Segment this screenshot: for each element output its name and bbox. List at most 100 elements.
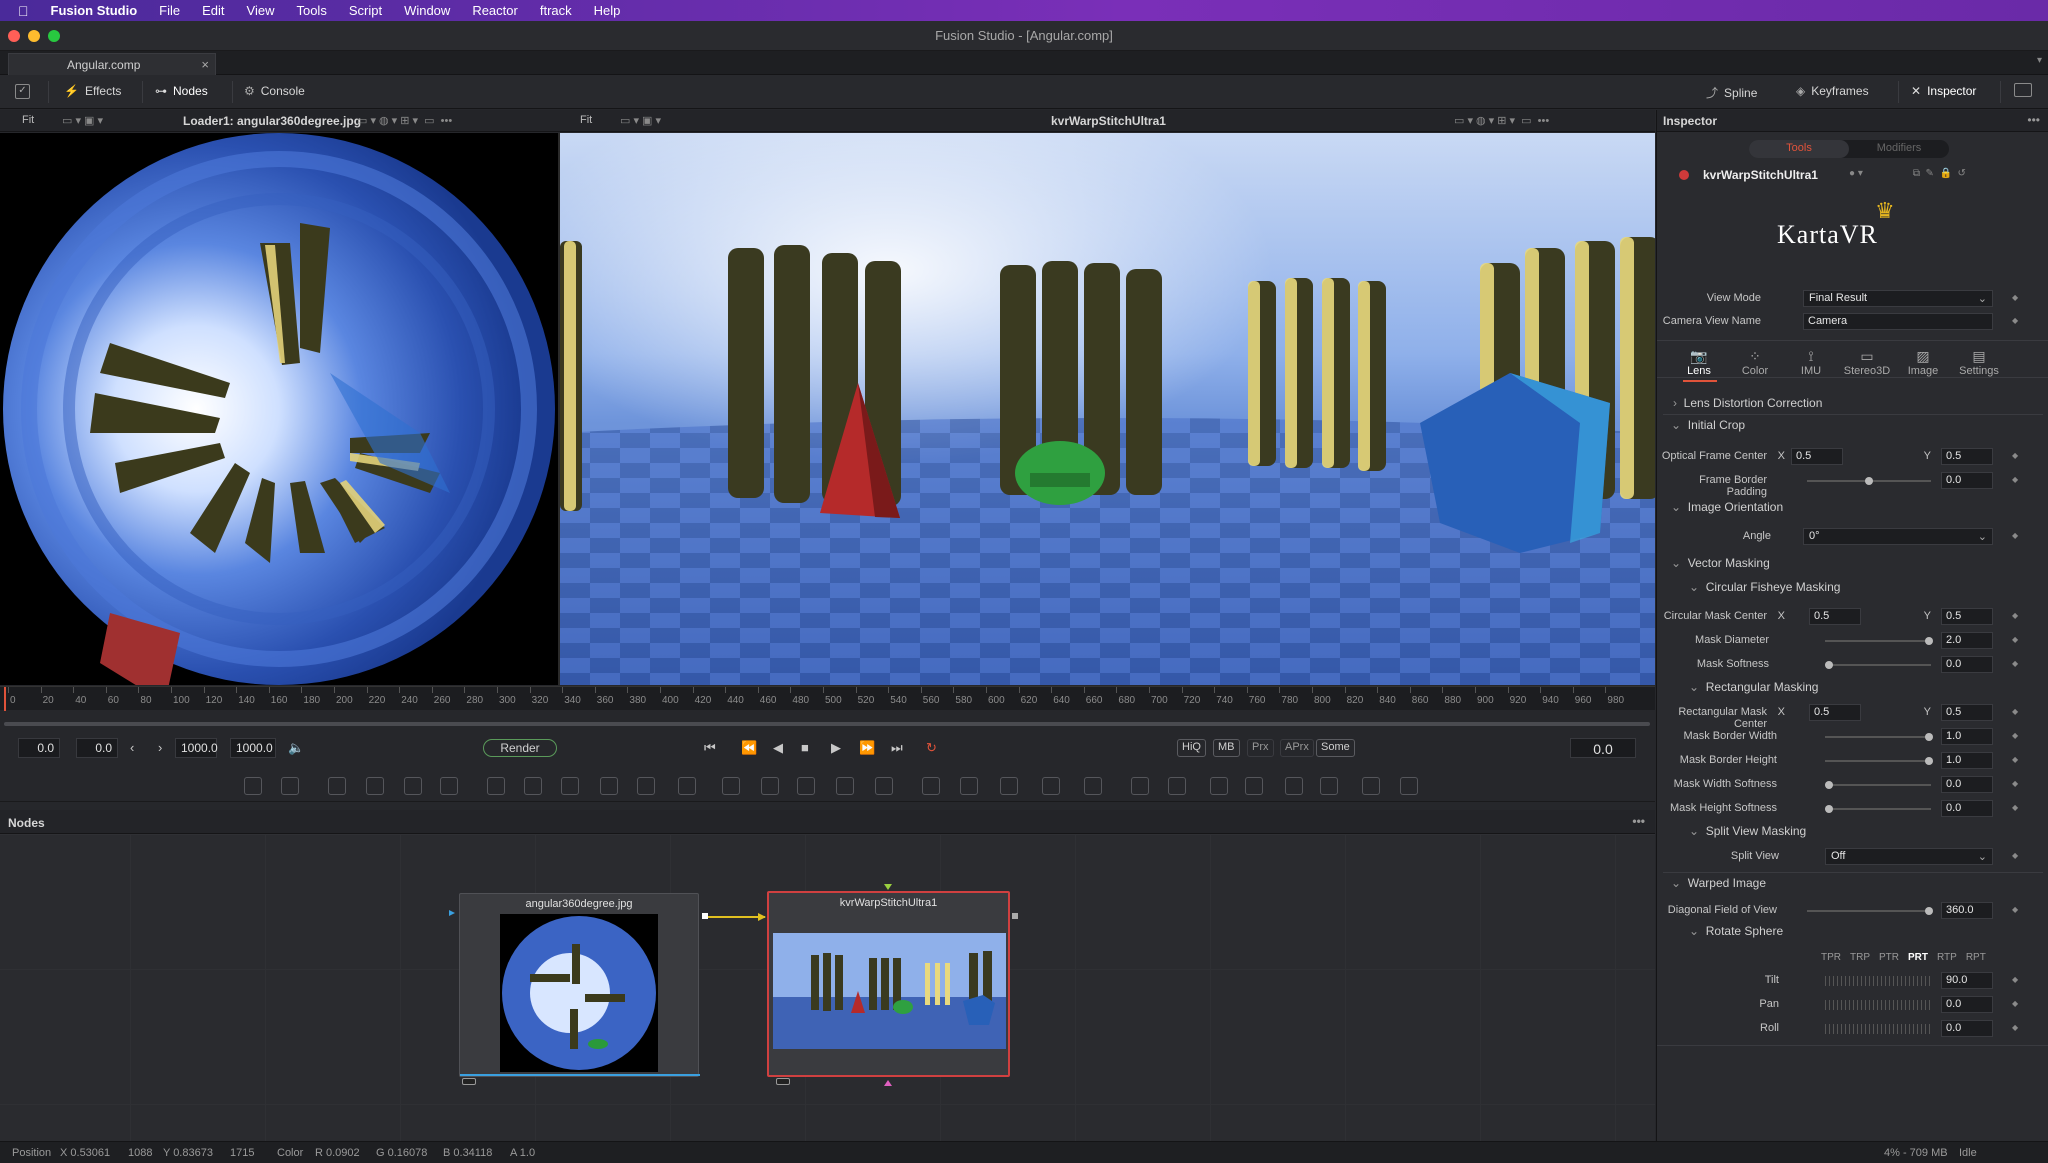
tool-button[interactable] [440, 777, 458, 795]
stereo3d-tab[interactable]: ▭ Stereo3D [1839, 348, 1895, 377]
nodes-button[interactable]: ⊶ Nodes [155, 84, 208, 98]
rmc-x-field[interactable]: 0.5 [1809, 704, 1861, 721]
playhead[interactable] [4, 687, 6, 711]
tool-button[interactable] [960, 777, 978, 795]
warped-image-section[interactable]: ⌄ Warped Image [1671, 876, 1766, 890]
lens-tab[interactable]: 📷 Lens [1671, 348, 1727, 377]
mws-key-icon[interactable]: ◆ [2012, 779, 2018, 788]
mhs-slider[interactable] [1825, 805, 1931, 813]
go-to-start-icon[interactable]: ⏮ [704, 740, 716, 756]
time-scrubber[interactable] [4, 722, 1650, 726]
monitor-icon[interactable] [2014, 83, 2032, 97]
pan-wheel[interactable] [1825, 1000, 1931, 1010]
loader-node-toggle[interactable] [462, 1078, 476, 1085]
cmc-key-icon[interactable]: ◆ [2012, 611, 2018, 620]
warp-mask-input[interactable] [884, 1080, 892, 1086]
image-orientation-section[interactable]: ⌄ Image Orientation [1671, 500, 1783, 514]
angle-dropdown[interactable]: 0° ⌄ [1803, 528, 1993, 545]
node-row-icons[interactable]: ● ▾ ⧉ ✎ 🔒 ↺ [1849, 168, 1966, 179]
tool-button[interactable] [600, 777, 618, 795]
some-toggle[interactable]: Some [1316, 739, 1355, 757]
rot-order-tpr[interactable]: TPR [1821, 952, 1841, 963]
tool-button[interactable] [1285, 777, 1303, 795]
tool-button[interactable] [678, 777, 696, 795]
keyframes-button[interactable]: ◈ Keyframes [1796, 84, 1869, 98]
viewer-left-tools-icon[interactable]: ▭ ▾ ◍ ▾ ⊞ ▾ ▭ ••• [357, 114, 452, 127]
inspector-menu-icon[interactable]: ••• [2027, 113, 2040, 127]
tool-button[interactable] [875, 777, 893, 795]
current-time-display[interactable]: 0.0 [1570, 738, 1636, 758]
pan-key-icon[interactable]: ◆ [2012, 999, 2018, 1008]
ms-field[interactable]: 0.0 [1941, 656, 1993, 673]
tool-button[interactable] [722, 777, 740, 795]
tool-button[interactable] [1042, 777, 1060, 795]
timeline-ruler[interactable]: 0 20 40 60 80 100 120 140 160 180 200 220 240 260 280 3… [0, 686, 1655, 711]
rot-order-rtp[interactable]: RTP [1937, 952, 1957, 963]
current-time-field[interactable]: 0.0 [76, 738, 118, 758]
roll-field[interactable]: 0.0 [1941, 1020, 1993, 1037]
dfov-slider[interactable] [1807, 907, 1933, 915]
node-color-dot[interactable] [1679, 170, 1689, 180]
split-view-key-icon[interactable]: ◆ [2012, 851, 2018, 860]
mbw-knob[interactable] [1925, 733, 1933, 741]
mhs-field[interactable]: 0.0 [1941, 800, 1993, 817]
image-tab[interactable]: ▨ Image [1895, 348, 1951, 377]
toggle-panel-icon[interactable]: ✓ [15, 84, 30, 99]
split-view-dropdown[interactable]: Off ⌄ [1825, 848, 1993, 865]
split-view-masking-section[interactable]: ⌄ Split View Masking [1689, 824, 1806, 838]
render-button[interactable]: Render [483, 739, 557, 757]
go-to-end-icon[interactable]: ⏭ [891, 740, 903, 756]
ofc-x-field[interactable]: 0.5 [1791, 448, 1843, 465]
md-key-icon[interactable]: ◆ [2012, 635, 2018, 644]
nodes-menu-icon[interactable]: ••• [1632, 814, 1645, 828]
camera-view-name-field[interactable]: Camera [1803, 313, 1993, 330]
md-slider[interactable] [1825, 637, 1933, 645]
mws-field[interactable]: 0.0 [1941, 776, 1993, 793]
viewer-left-fit[interactable]: Fit [22, 114, 34, 126]
dfov-field[interactable]: 360.0 [1941, 902, 1993, 919]
circular-fisheye-section[interactable]: ⌄ Circular Fisheye Masking [1689, 580, 1840, 594]
mbw-field[interactable]: 1.0 [1941, 728, 1993, 745]
ms-knob[interactable] [1825, 661, 1833, 669]
loader-node[interactable]: angular360degree.jpg [459, 893, 700, 1077]
global-end-field[interactable]: 1000.0 [230, 738, 276, 758]
viewer-right-fit[interactable]: Fit [580, 114, 592, 126]
menu-window[interactable]: Window [404, 3, 450, 18]
imu-tab[interactable]: ⟟ IMU [1783, 348, 1839, 377]
ms-key-icon[interactable]: ◆ [2012, 659, 2018, 668]
tool-button[interactable] [836, 777, 854, 795]
rot-order-trp[interactable]: TRP [1850, 952, 1870, 963]
viewer-right-tools-icon[interactable]: ▭ ▾ ◍ ▾ ⊞ ▾ ▭ ••• [1454, 114, 1549, 127]
mbh-key-icon[interactable]: ◆ [2012, 755, 2018, 764]
tool-button[interactable] [487, 777, 505, 795]
mws-slider[interactable] [1825, 781, 1931, 789]
ofc-y-field[interactable]: 0.5 [1941, 448, 1993, 465]
spline-button[interactable]: ⤴ Spline [1706, 84, 1757, 101]
end-time-field[interactable]: 1000.0 [175, 738, 218, 758]
viewer-left[interactable] [0, 133, 558, 685]
md-knob[interactable] [1925, 637, 1933, 645]
tool-button[interactable] [1320, 777, 1338, 795]
fbp-slider[interactable] [1807, 477, 1931, 485]
close-tab-icon[interactable]: × [201, 57, 209, 72]
rotate-sphere-section[interactable]: ⌄ Rotate Sphere [1689, 924, 1783, 938]
menu-script[interactable]: Script [349, 3, 382, 18]
audio-icon[interactable]: 🔈 [288, 740, 304, 756]
view-mode-dropdown[interactable]: Final Result ⌄ [1803, 290, 1993, 307]
menu-fusion-studio[interactable]: Fusion Studio [51, 3, 138, 18]
menu-file[interactable]: File [159, 3, 180, 18]
tab-overflow-icon[interactable]: ▾ [2037, 55, 2042, 66]
view-mode-key-icon[interactable]: ◆ [2012, 293, 2018, 302]
viewer-left-options-icon[interactable]: ▭ ▾ ▣ ▾ [62, 114, 103, 127]
tool-button[interactable] [1084, 777, 1102, 795]
fbp-knob[interactable] [1865, 477, 1873, 485]
initial-crop-section[interactable]: ⌄ Initial Crop [1671, 418, 1745, 432]
mbh-knob[interactable] [1925, 757, 1933, 765]
node-title-row[interactable]: kvrWarpStitchUltra1 ● ▾ ⧉ ✎ 🔒 ↺ [1671, 167, 2037, 185]
prx-toggle[interactable]: Prx [1247, 739, 1274, 757]
tilt-wheel[interactable] [1825, 976, 1931, 986]
mb-toggle[interactable]: MB [1213, 739, 1240, 757]
lens-distortion-section[interactable]: › Lens Distortion Correction [1673, 396, 1822, 410]
node-editor[interactable]: angular360degree.jpg kvrWarpStitchUltra1 [0, 834, 1655, 1141]
rectangular-masking-section[interactable]: ⌄ Rectangular Masking [1689, 680, 1818, 694]
